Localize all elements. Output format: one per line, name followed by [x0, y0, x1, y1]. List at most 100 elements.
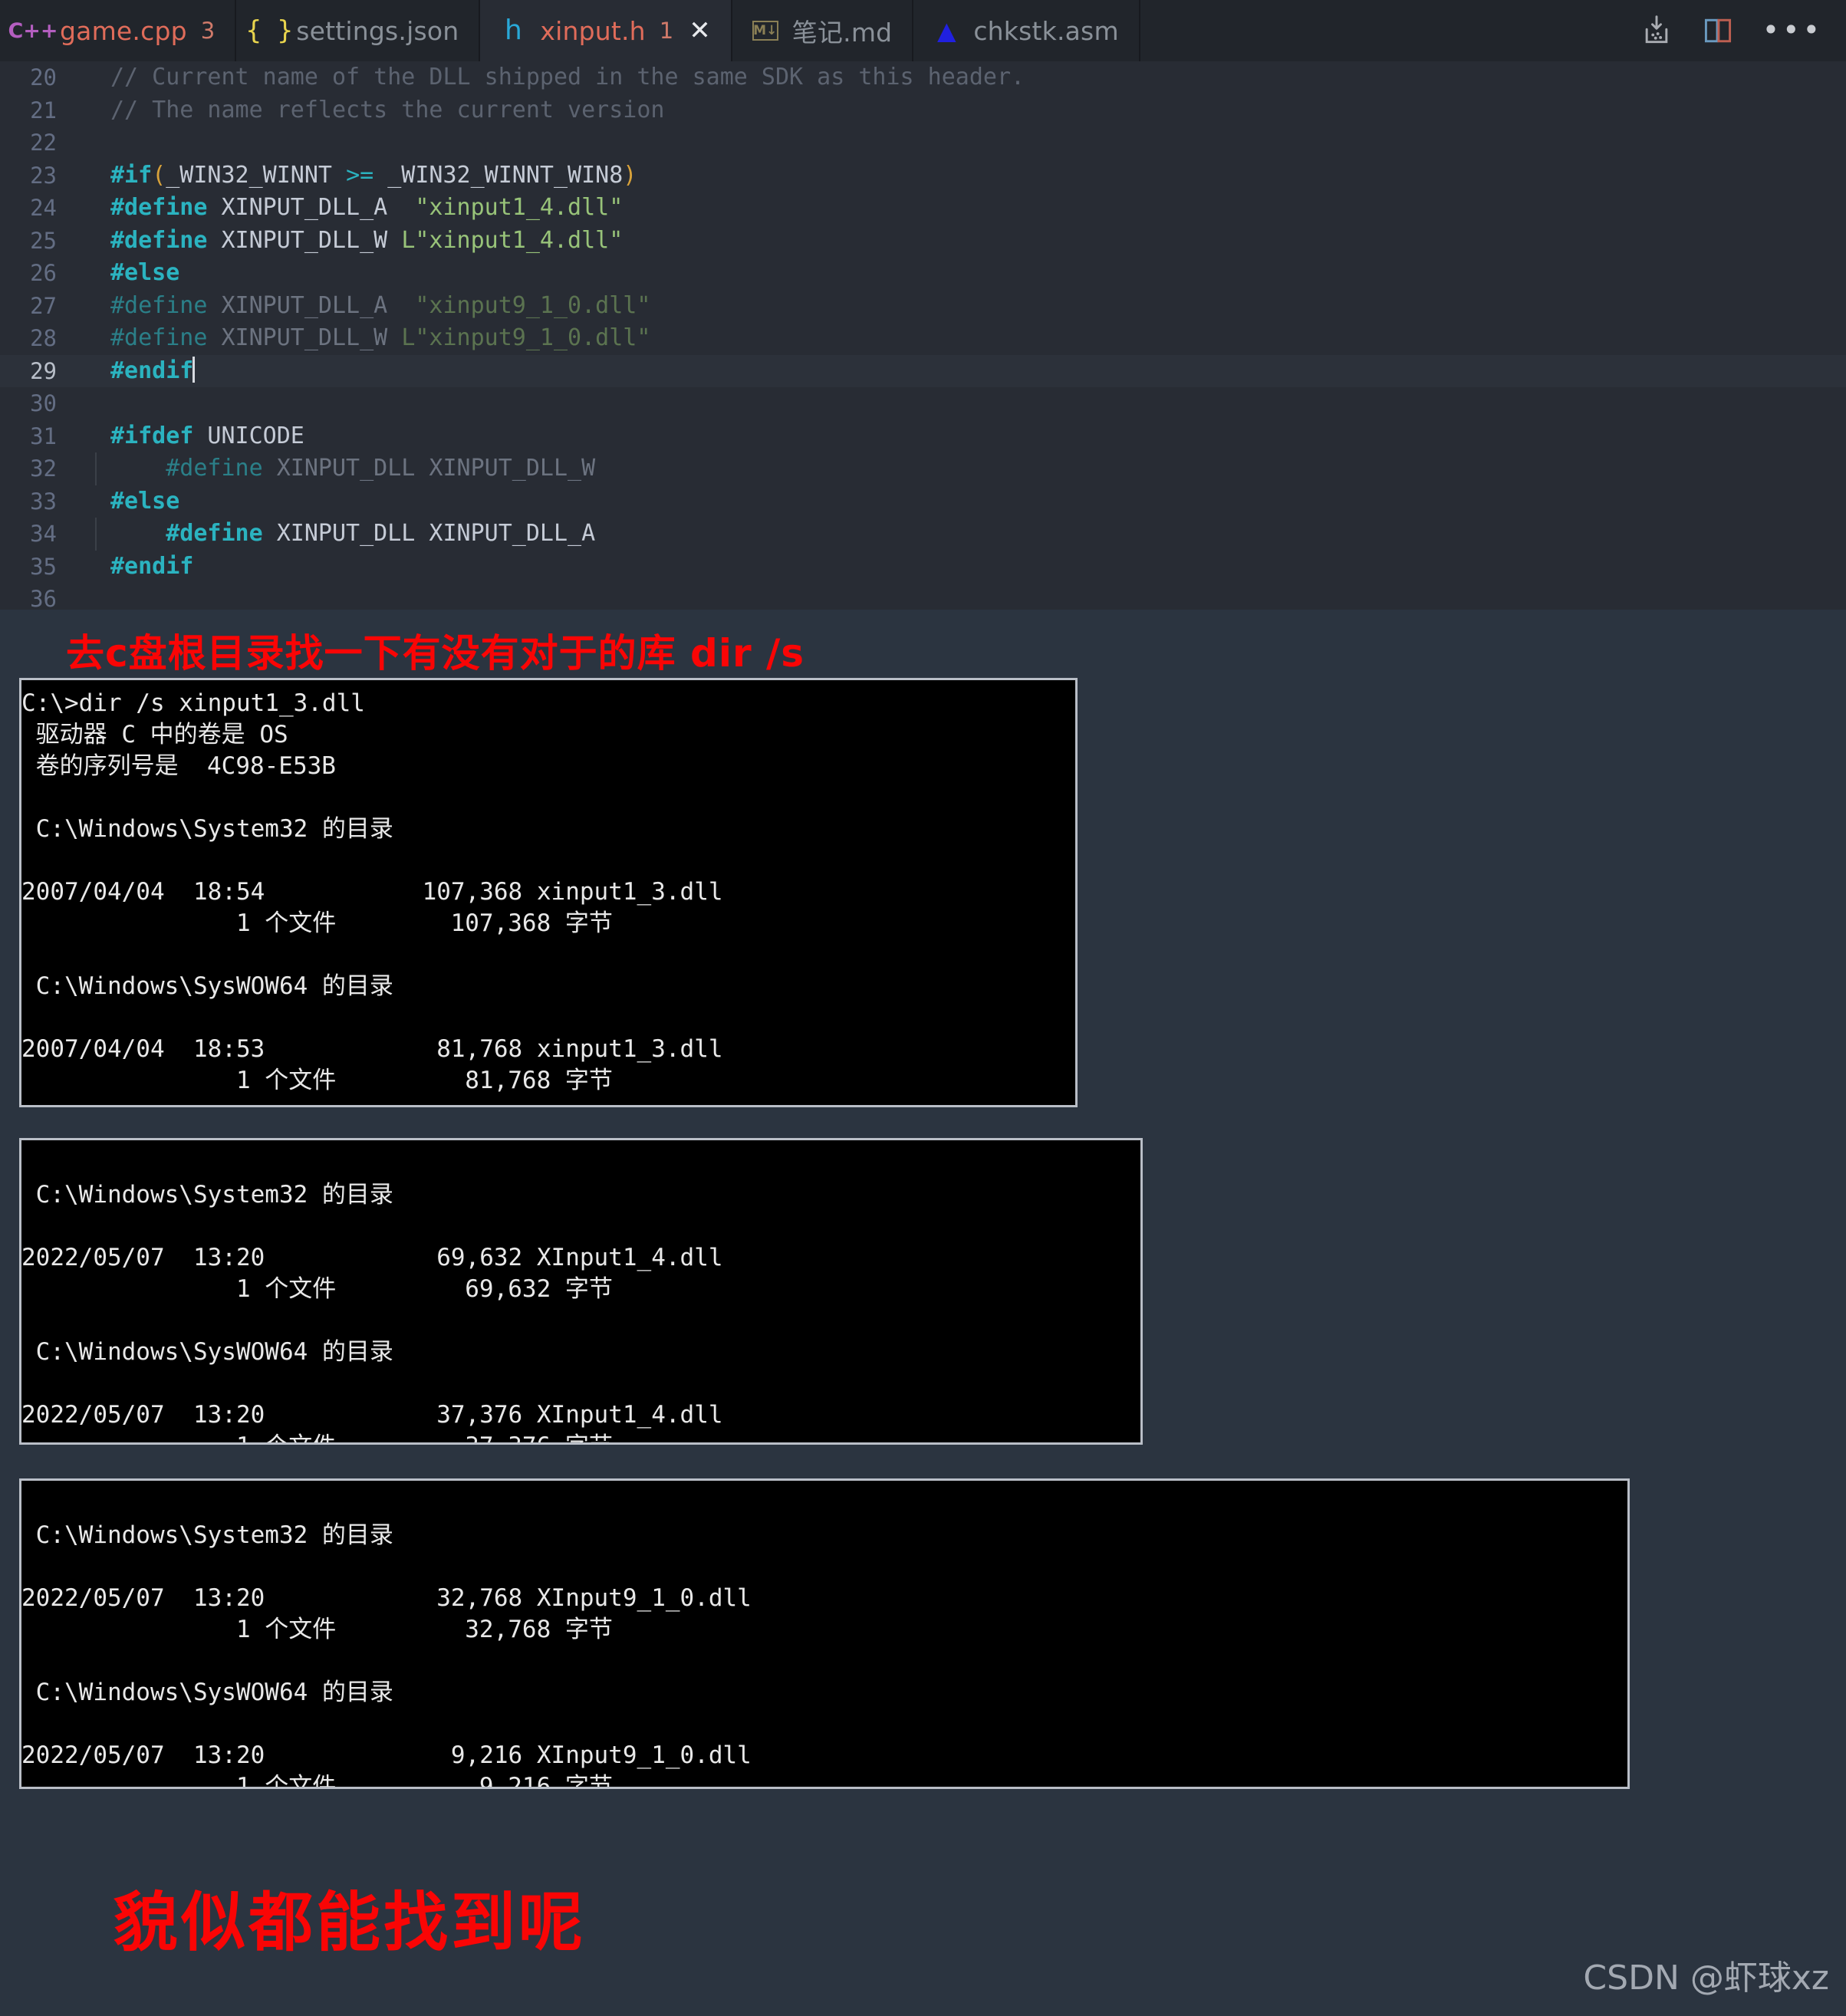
code-line[interactable]: 35 #endif [0, 551, 1846, 584]
code-token: #define [110, 324, 208, 351]
line-number: 34 [30, 521, 57, 547]
code-line[interactable]: 30 [0, 387, 1846, 420]
terminal-line: C:\Windows\SysWOW64 的目录 [21, 1338, 393, 1366]
split-editor-icon[interactable] [1701, 14, 1735, 48]
terminal-line: C:\Windows\System32 的目录 [21, 1181, 393, 1209]
code-token: L"xinput9_1_0.dll" [401, 324, 651, 351]
code-line[interactable]: 23 #if(_WIN32_WINNT >= _WIN32_WINNT_WIN8) [0, 160, 1846, 192]
code-token: // The name reflects the current version [110, 96, 665, 123]
editor-tab-xinputh[interactable]: h xinput.h 1 ✕ [480, 0, 732, 61]
terminal-line: 2022/05/07 13:20 37,376 XInput1_4.dll [21, 1401, 723, 1429]
code-token: #ifdef [110, 422, 194, 449]
code-line-text: #define XINPUT_DLL_A "xinput9_1_0.dll" [72, 290, 650, 323]
terminal-line: C:\Windows\SysWOW64 的目录 [21, 1679, 393, 1706]
line-number: 30 [30, 390, 57, 416]
code-line[interactable]: 33 #else [0, 485, 1846, 518]
line-number: 20 [30, 64, 57, 90]
terminal-line: 卷的序列号是 4C98-E53B [21, 752, 336, 780]
code-token: "xinput9_1_0.dll" [415, 291, 651, 319]
terminal-line: 2022/05/07 13:20 69,632 XInput1_4.dll [21, 1244, 723, 1271]
code-line[interactable]: 28 #define XINPUT_DLL_W L"xinput9_1_0.dll… [0, 322, 1846, 355]
code-line-text: #else [72, 485, 179, 518]
line-number: 23 [30, 162, 57, 189]
code-token: #define [166, 455, 263, 482]
code-line[interactable]: 24 #define XINPUT_DLL_A "xinput1_4.dll" [0, 192, 1846, 225]
editor-tab-problem-badge: 1 [659, 18, 674, 44]
terminal-line: 2022/05/07 13:20 32,768 XInput9_1_0.dll [21, 1584, 752, 1612]
editor-tab-bar: C++ game.cpp 3 { } settings.json h xinput.h 1 ✕ M… [0, 0, 1846, 61]
terminal-line: C:\Windows\SysWOW64 的目录 [21, 972, 393, 1000]
code-token: XINPUT_DLL XINPUT_DLL_W [262, 455, 596, 482]
code-line[interactable]: 31 #ifdef UNICODE [0, 420, 1846, 453]
line-number: 25 [30, 227, 57, 254]
code-line[interactable]: 36 [0, 583, 1846, 610]
code-line[interactable]: 22 [0, 127, 1846, 160]
editor-tab-md[interactable]: M↓ 笔记.md [732, 0, 914, 61]
code-token: L"xinput1_4.dll" [401, 226, 624, 254]
line-number: 22 [30, 130, 57, 156]
code-line[interactable]: 21 // The name reflects the current versi… [0, 94, 1846, 127]
code-token: XINPUT_DLL_W [207, 226, 402, 254]
terminal-line: 1 个文件 107,368 字节 [21, 909, 613, 937]
code-token: "xinput1_4.dll" [415, 194, 624, 221]
terminal-line: C:\>dir /s xinput1_3.dll [21, 689, 365, 717]
assembly-file-icon: ▲ [937, 16, 956, 45]
code-line[interactable]: 27 #define XINPUT_DLL_A "xinput9_1_0.dll" [0, 290, 1846, 323]
editor-tab-chkstkasm[interactable]: ▲ chkstk.asm [913, 0, 1140, 61]
code-token: #define [110, 194, 208, 221]
code-token: #endif [110, 357, 194, 384]
annotation-top-red-text: 去c盘根目录找一下有没有对于的库 dir /s [66, 631, 805, 676]
code-token: XINPUT_DLL XINPUT_DLL_A [262, 520, 596, 547]
editor-tab-problem-badge: 3 [200, 18, 216, 44]
line-number: 32 [30, 455, 57, 482]
line-number: 33 [30, 488, 57, 515]
annotation-bottom-red-text: 貌似都能找到呢 [114, 1885, 587, 1960]
terminal-line: 1 个文件 69,632 字节 [21, 1275, 613, 1303]
code-line[interactable]: 29 #endif [0, 354, 1846, 388]
editor-tab-gamecpp[interactable]: C++ game.cpp 3 [0, 0, 237, 61]
code-line[interactable]: 26 #else [0, 257, 1846, 290]
code-line[interactable]: 34 #define XINPUT_DLL XINPUT_DLL_A [0, 518, 1846, 551]
editor-tab-label: 笔记.md [791, 18, 893, 48]
line-number: 35 [30, 553, 57, 580]
close-icon[interactable]: ✕ [689, 18, 711, 44]
editor-tab-label: game.cpp [60, 15, 187, 46]
code-line[interactable]: 20 // Current name of the DLL shipped in … [0, 61, 1846, 94]
editor-tab-label: settings.json [296, 15, 459, 46]
editor-action-bar: ••• [1640, 0, 1846, 61]
terminal-line: 1 个文件 81,768 字节 [21, 1067, 613, 1094]
code-token: #else [110, 259, 180, 286]
code-line[interactable]: 25 #define XINPUT_DLL_W L"xinput1_4.dll" [0, 225, 1846, 258]
code-line[interactable]: 32 #define XINPUT_DLL XINPUT_DLL_W [0, 452, 1846, 485]
code-editor-content[interactable]: 20 // Current name of the DLL shipped in … [0, 61, 1846, 610]
code-line-text: #endif [72, 355, 196, 388]
code-token: #endif [110, 552, 194, 580]
terminal-line: C:\Windows\System32 的目录 [21, 1521, 393, 1549]
json-file-icon: { } [245, 15, 293, 46]
more-actions-icon[interactable]: ••• [1762, 15, 1823, 44]
terminal-line: 1 个文件 32,768 字节 [21, 1616, 613, 1643]
line-number: 21 [30, 97, 57, 123]
cpp-file-icon: C++ [8, 18, 58, 43]
code-token: _WIN32_WINNT [166, 161, 347, 189]
code-line-text: #define XINPUT_DLL_W L"xinput1_4.dll" [72, 225, 623, 258]
code-token: ( [152, 161, 166, 189]
code-token: #define [166, 520, 263, 547]
terminal-line: 2007/04/04 18:54 107,368 xinput1_3.dll [21, 878, 723, 906]
editor-tab-settingsjson[interactable]: { } settings.json [236, 0, 481, 61]
editor-tab-label: xinput.h [540, 15, 646, 46]
code-line-text: // The name reflects the current version [72, 94, 664, 127]
code-token: UNICODE [193, 422, 304, 449]
text-cursor [192, 356, 196, 383]
terminal-output-xinput1-4: C:\Windows\System32 的目录 2022/05/07 13:20… [19, 1138, 1143, 1445]
code-line-text: #ifdef UNICODE [72, 420, 304, 453]
run-code-icon[interactable] [1640, 14, 1673, 48]
